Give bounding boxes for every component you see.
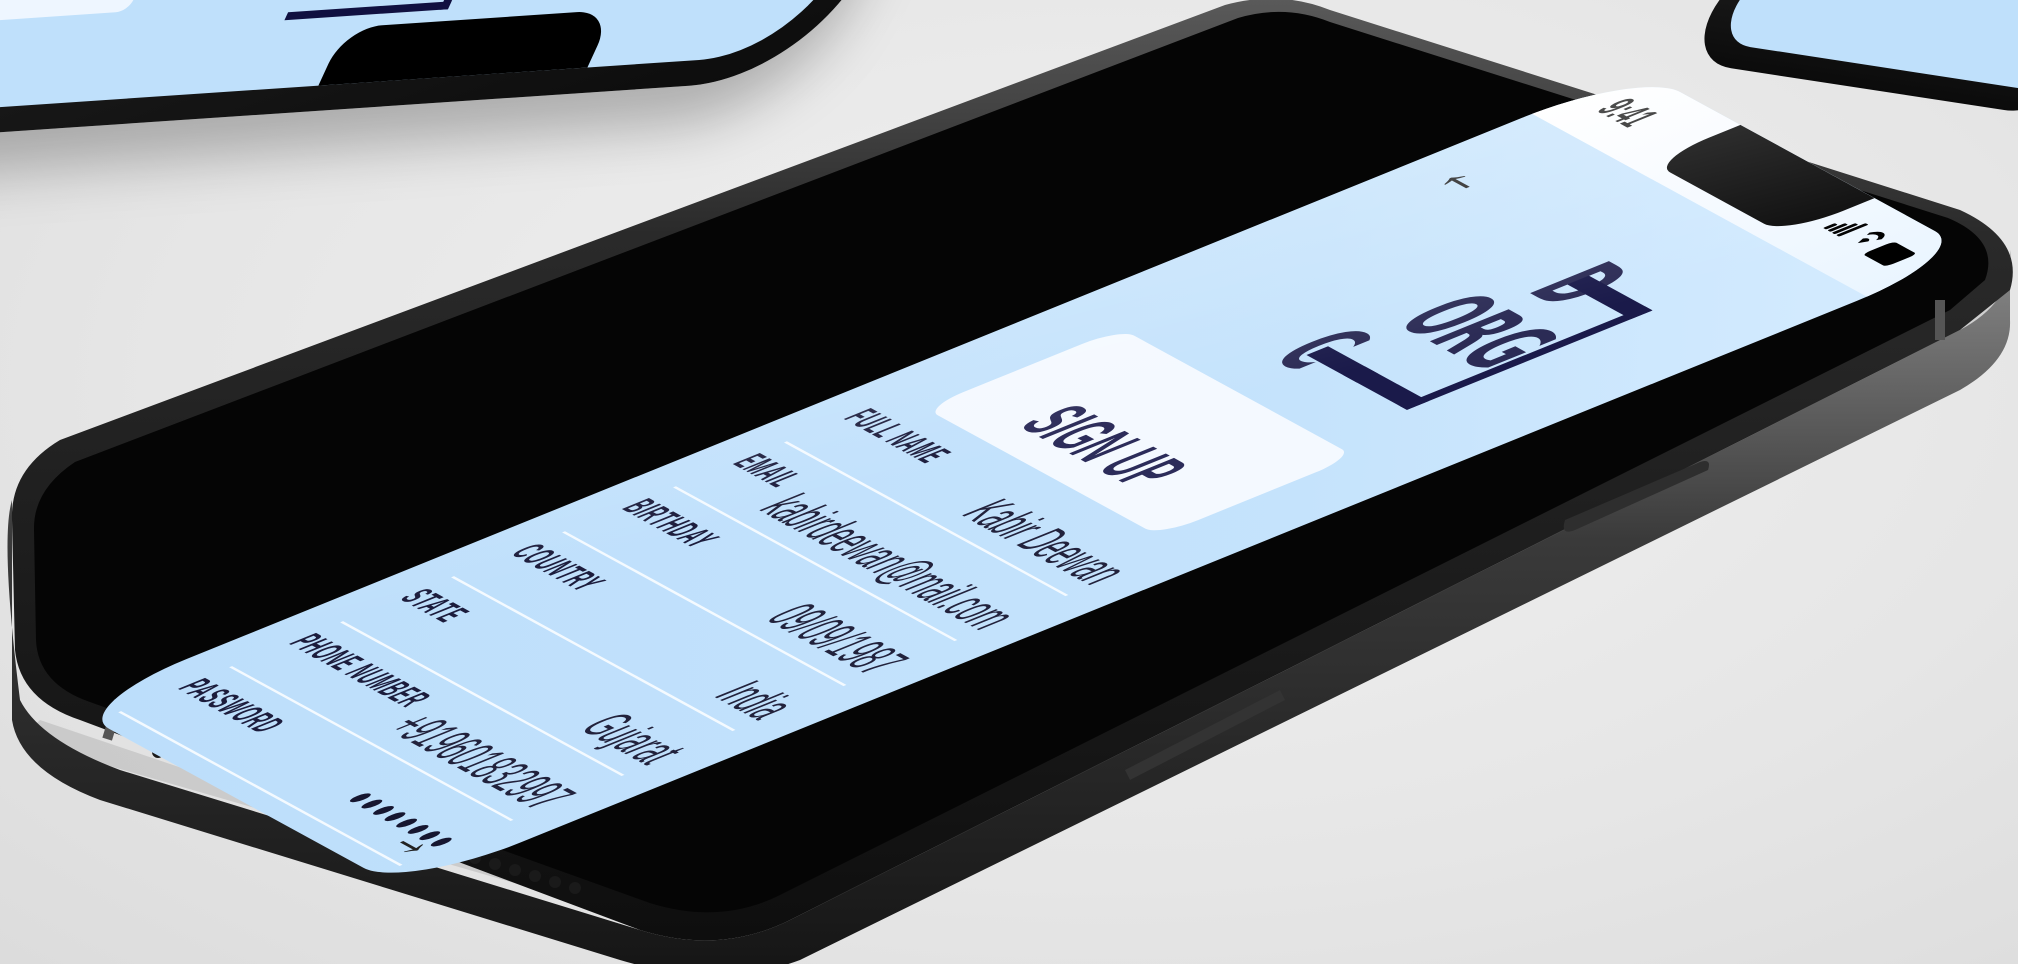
background-phone-logo [284, 0, 480, 21]
battery-icon [1862, 241, 1918, 267]
state-input[interactable]: Gujarat [564, 706, 702, 772]
background-phone-card [0, 0, 156, 25]
back-button[interactable]: ← [1410, 148, 1540, 205]
field-label: STATE [390, 584, 479, 627]
status-time: 9:41 [1584, 93, 1670, 133]
status-icons [1818, 214, 1926, 267]
field-label: EMAIL [723, 449, 812, 492]
country-input[interactable]: India [698, 674, 813, 727]
